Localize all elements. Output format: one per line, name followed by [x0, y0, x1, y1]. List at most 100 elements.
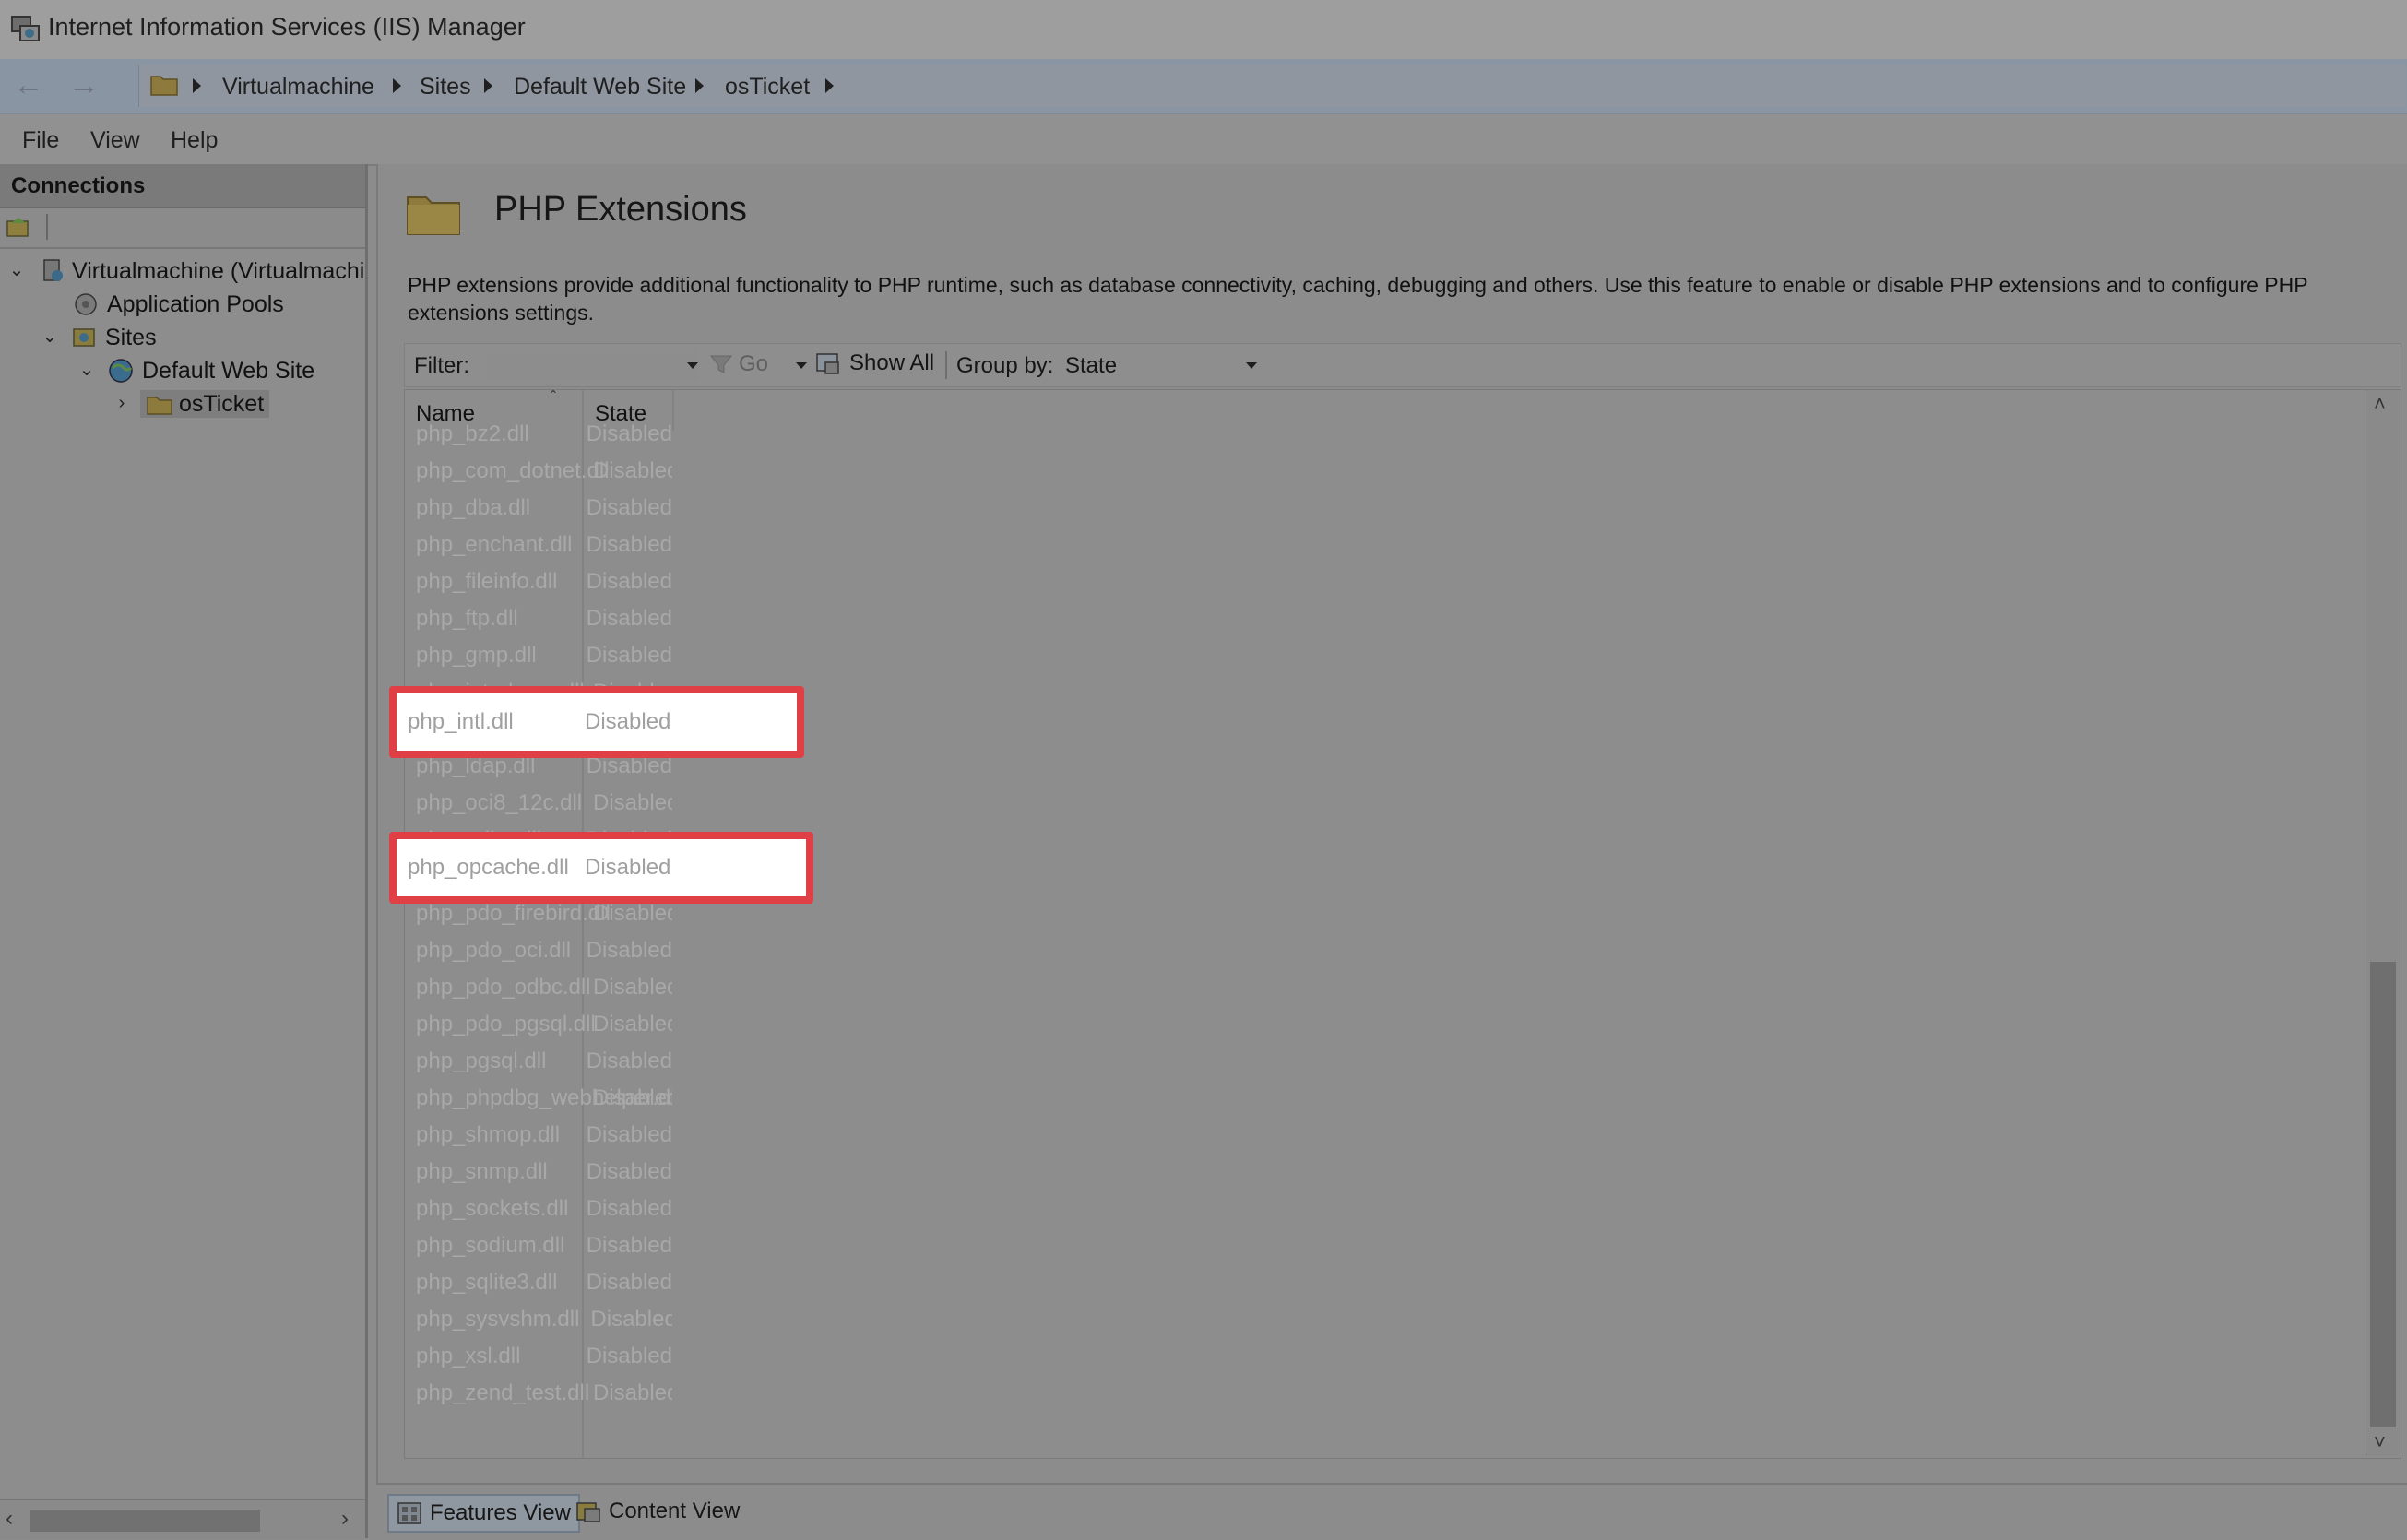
menu-file[interactable]: File: [22, 127, 59, 154]
list-item[interactable]: php_com_dotnet.dll Disabled: [405, 453, 672, 490]
list-item[interactable]: php_snmp.dll Disabled: [405, 1154, 672, 1191]
list-item[interactable]: php_xsl.dll Disabled: [405, 1338, 672, 1375]
back-button[interactable]: ←: [4, 65, 53, 107]
extension-state: Disabled: [590, 1307, 672, 1332]
feature-description: PHP extensions provide additional functi…: [408, 273, 2308, 325]
tree-item-sites[interactable]: ⌄ Sites: [41, 321, 157, 354]
chevron-right-icon[interactable]: ›: [113, 394, 131, 413]
extension-name: php_dba.dll: [416, 495, 531, 520]
list-item[interactable]: php_phpdbg_webhelper.dll Disabled: [405, 1080, 672, 1117]
tree-item-osticket[interactable]: › osTicket: [113, 387, 270, 421]
chevron-down-icon[interactable]: [1246, 362, 1257, 369]
menu-view[interactable]: View: [90, 127, 140, 154]
extension-state: Disabled: [593, 790, 672, 815]
go-dropdown-icon[interactable]: [796, 362, 807, 369]
tree-item-label: Default Web Site: [142, 357, 315, 384]
group-by-select[interactable]: State: [1060, 348, 1263, 381]
tab-features-view[interactable]: Features View: [387, 1494, 580, 1533]
sort-ascending-icon: ˆ: [551, 389, 556, 407]
funnel-icon: [709, 355, 733, 373]
breadcrumb-arrow-icon[interactable]: [393, 78, 401, 93]
extensions-list: Name ˆ State php_bz2.dll Disabled php_com_…: [404, 389, 2401, 1459]
extension-name: php_enchant.dll: [416, 532, 573, 557]
connect-icon[interactable]: [6, 214, 31, 240]
list-item[interactable]: php_bz2.dll Disabled: [405, 416, 672, 453]
list-item[interactable]: php_sysvshm.dll Disabled: [405, 1301, 672, 1338]
extension-state: Disabled: [593, 1085, 672, 1110]
highlight-row: php_opcache.dll Disabled: [397, 839, 806, 896]
extension-name: php_shmop.dll: [416, 1122, 561, 1147]
address-bar: ← → Virtualmachine Sites Default Web Sit…: [0, 59, 2407, 114]
scrollbar-thumb[interactable]: [30, 1510, 260, 1532]
list-item[interactable]: php_fileinfo.dll Disabled: [405, 563, 672, 600]
highlight-php-opcache[interactable]: php_opcache.dll Disabled: [389, 832, 813, 904]
php-extensions-folder-icon: [407, 196, 460, 235]
forward-button[interactable]: →: [59, 65, 109, 107]
extension-name: php_gmp.dll: [416, 643, 537, 668]
scroll-right-icon[interactable]: ›: [341, 1506, 349, 1532]
breadcrumb-item[interactable]: Virtualmachine: [222, 74, 374, 101]
list-item[interactable]: php_oci8_12c.dll Disabled: [405, 785, 672, 822]
group-by-label: Group by:: [956, 353, 1054, 378]
breadcrumb[interactable]: Virtualmachine Sites Default Web Site os…: [138, 65, 2406, 107]
scroll-up-icon[interactable]: ˄: [2374, 392, 2386, 416]
extension-state: Disabled: [586, 1233, 672, 1258]
show-all-button[interactable]: Show All: [814, 349, 934, 377]
list-item[interactable]: php_zend_test.dll Disabled: [405, 1375, 672, 1412]
breadcrumb-arrow-icon[interactable]: [193, 78, 201, 93]
breadcrumb-arrow-icon[interactable]: [484, 78, 492, 93]
breadcrumb-arrow-icon[interactable]: [825, 78, 834, 93]
list-vertical-scrollbar[interactable]: ˄ ˅: [2366, 390, 2400, 1456]
extension-state: Disabled: [586, 1048, 672, 1073]
list-item[interactable]: php_pdo_odbc.dll Disabled: [405, 969, 672, 1006]
highlight-php-intl[interactable]: php_intl.dll Disabled: [389, 686, 804, 758]
tree-item-label: Virtualmachine (Virtualmachi: [72, 257, 365, 284]
folder-icon: [150, 76, 178, 96]
list-item[interactable]: php_sockets.dll Disabled: [405, 1191, 672, 1227]
scroll-down-icon[interactable]: ˅: [2374, 1430, 2386, 1454]
breadcrumb-item[interactable]: osTicket: [725, 74, 810, 101]
menu-help[interactable]: Help: [171, 127, 218, 154]
list-item[interactable]: php_pdo_oci.dll Disabled: [405, 932, 672, 969]
tree-item-default-web-site[interactable]: ⌄ Default Web Site: [77, 354, 315, 387]
extension-name: php_intl.dll: [408, 709, 514, 734]
list-item[interactable]: php_dba.dll Disabled: [405, 490, 672, 527]
go-button[interactable]: Go: [709, 351, 768, 377]
list-item[interactable]: php_sqlite3.dll Disabled: [405, 1264, 672, 1301]
sites-icon: [73, 328, 95, 347]
tree-item-server[interactable]: ⌄ Virtualmachine (Virtualmachi: [7, 255, 365, 288]
extension-state: Disabled: [585, 709, 671, 734]
feature-pane: PHP Extensions PHP extensions provide ad…: [376, 164, 2407, 1483]
connections-horizontal-scrollbar[interactable]: ‹ ›: [0, 1499, 365, 1539]
extension-name: php_bz2.dll: [416, 421, 529, 446]
filter-dropdown-icon[interactable]: [687, 362, 698, 369]
tree-item-label: Sites: [105, 324, 157, 350]
connections-toolbar: [0, 208, 365, 249]
list-item[interactable]: php_enchant.dll Disabled: [405, 527, 672, 563]
tab-content-view[interactable]: Content View: [568, 1494, 747, 1529]
scrollbar-thumb[interactable]: [2370, 962, 2396, 1427]
chevron-down-icon[interactable]: ⌄: [77, 361, 96, 380]
extension-name: php_com_dotnet.dll: [416, 458, 610, 483]
breadcrumb-arrow-icon[interactable]: [695, 78, 704, 93]
filter-input[interactable]: [486, 348, 698, 381]
scroll-left-icon[interactable]: ‹: [6, 1506, 13, 1532]
iis-manager-icon: [11, 16, 40, 41]
list-item[interactable]: php_shmop.dll Disabled: [405, 1117, 672, 1154]
chevron-down-icon[interactable]: ⌄: [7, 261, 26, 280]
list-item[interactable]: php_ftp.dll Disabled: [405, 600, 672, 637]
list-item[interactable]: php_sodium.dll Disabled: [405, 1227, 672, 1264]
extension-state: Disabled: [586, 495, 672, 520]
toolbar-separator: [945, 351, 947, 379]
extension-state: Disabled: [593, 1012, 672, 1037]
breadcrumb-item[interactable]: Default Web Site: [514, 74, 686, 101]
features-view-icon: [397, 1502, 421, 1524]
tree-selected-item[interactable]: osTicket: [140, 390, 270, 418]
list-item[interactable]: php_pdo_pgsql.dll Disabled: [405, 1006, 672, 1043]
list-item[interactable]: php_gmp.dll Disabled: [405, 637, 672, 674]
chevron-down-icon[interactable]: ⌄: [41, 327, 59, 347]
list-item[interactable]: php_pgsql.dll Disabled: [405, 1043, 672, 1080]
extension-name: php_pdo_odbc.dll: [416, 975, 591, 1000]
breadcrumb-item[interactable]: Sites: [420, 74, 471, 101]
tree-item-application-pools[interactable]: Application Pools: [72, 288, 284, 321]
